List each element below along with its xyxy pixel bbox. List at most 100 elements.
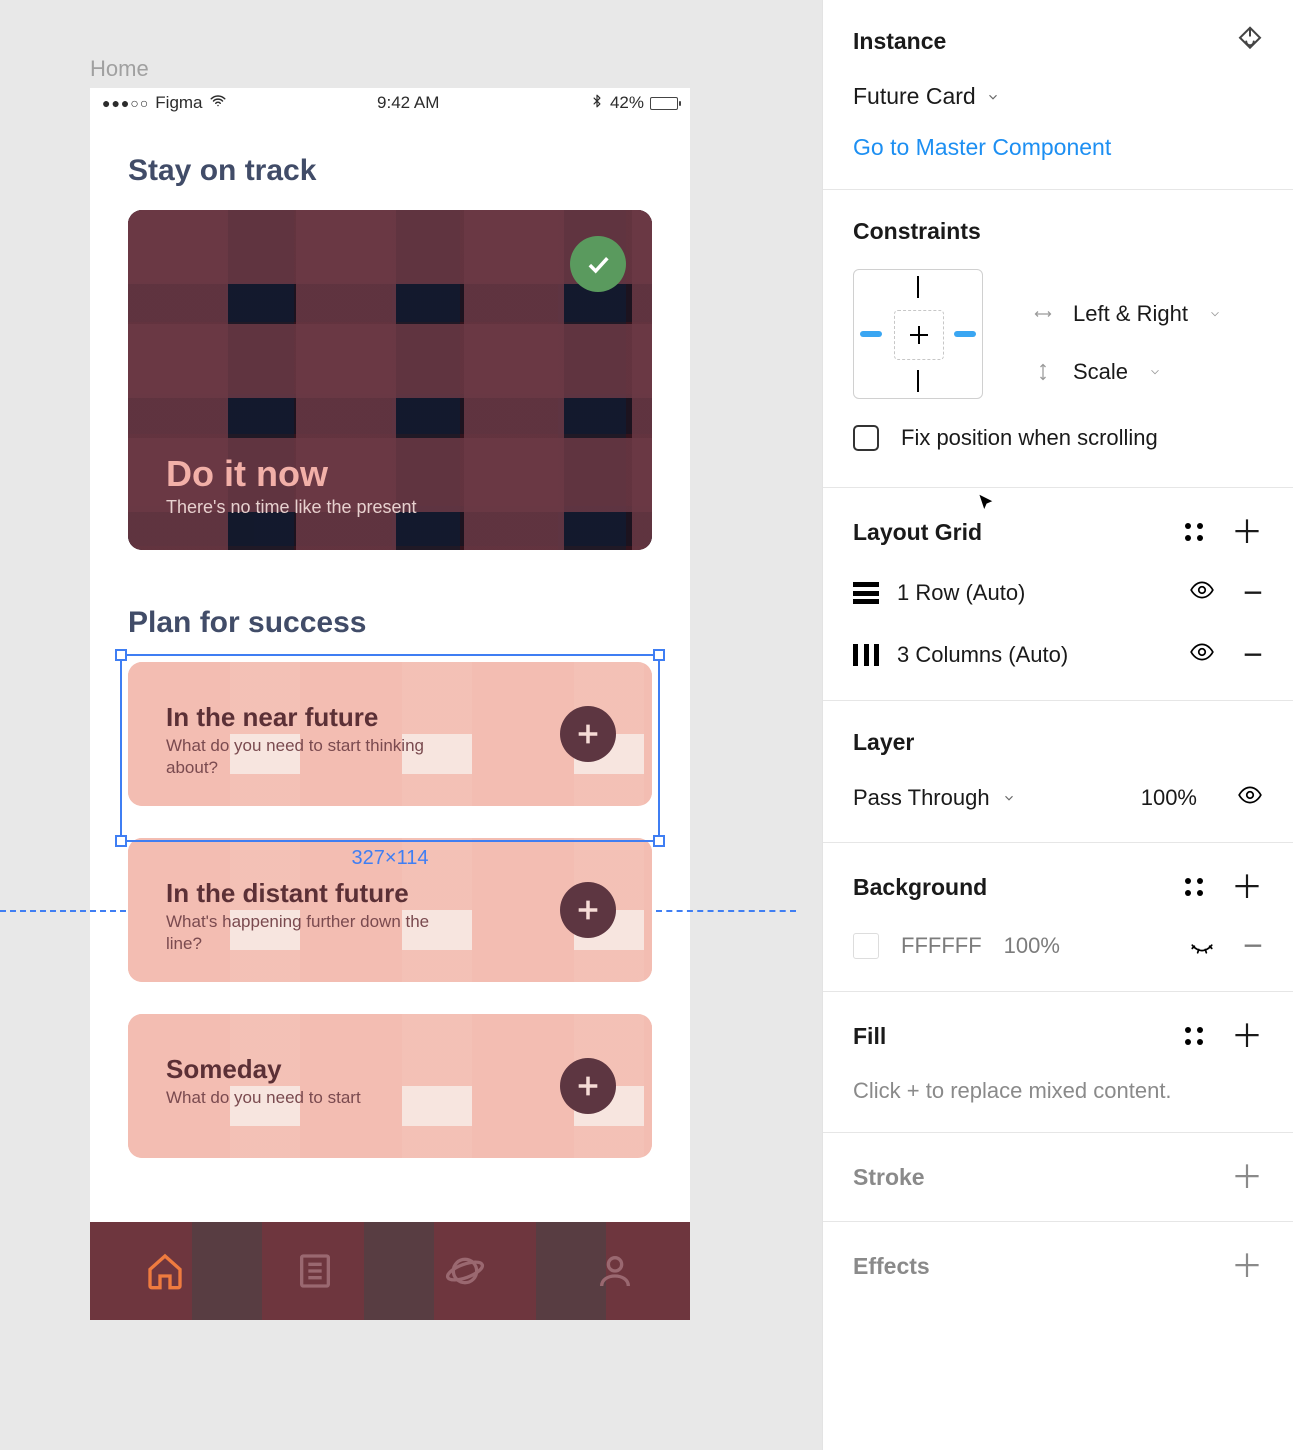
background-styles-button[interactable] <box>1185 878 1203 896</box>
add-stroke-button[interactable]: ＋ <box>1231 1161 1263 1193</box>
layout-grid-section: Layout Grid ＋ 1 Row (Auto) − 3 Columns (… <box>823 488 1293 701</box>
reset-icon <box>1235 24 1265 54</box>
grid-row-item[interactable]: 1 Row (Auto) − <box>853 576 1263 610</box>
card-distant-future[interactable]: In the distant future What's happening f… <box>128 838 652 982</box>
blend-mode-value: Pass Through <box>853 785 990 811</box>
remove-grid-button[interactable]: − <box>1243 576 1263 610</box>
card-subtitle: There's no time like the present <box>166 497 417 518</box>
background-section: Background ＋ FFFFFF 100% − <box>823 843 1293 992</box>
go-to-master-link[interactable]: Go to Master Component <box>853 134 1111 161</box>
card-someday[interactable]: Someday What do you need to start <box>128 1014 652 1158</box>
background-title: Background <box>853 874 987 901</box>
add-badge[interactable] <box>560 882 616 938</box>
add-grid-button[interactable]: ＋ <box>1231 516 1263 548</box>
background-hex[interactable]: FFFFFF <box>901 933 982 959</box>
layer-title: Layer <box>853 729 1263 756</box>
frame-label[interactable]: Home <box>90 56 732 82</box>
card-subtitle: What do you need to start thinking about… <box>166 735 466 779</box>
design-canvas[interactable]: Home ●●●○○ Figma 9:42 AM 42% Stay on tra… <box>0 0 822 1450</box>
background-swatch[interactable] <box>853 933 879 959</box>
vertical-constraint-value: Scale <box>1073 359 1128 385</box>
add-badge[interactable] <box>560 1058 616 1114</box>
list-icon <box>295 1251 335 1291</box>
status-right: 42% <box>590 93 678 113</box>
status-time: 9:42 AM <box>377 93 439 113</box>
grid-columns-label: 3 Columns (Auto) <box>897 642 1068 668</box>
fill-mixed-message: Click + to replace mixed content. <box>853 1078 1263 1104</box>
check-icon <box>584 250 612 278</box>
card-near-future[interactable]: In the near future What do you need to s… <box>128 662 652 806</box>
effects-title: Effects <box>853 1253 930 1280</box>
fix-position-row[interactable]: Fix position when scrolling <box>853 425 1263 451</box>
phone-frame[interactable]: ●●●○○ Figma 9:42 AM 42% Stay on track <box>90 88 690 1320</box>
carrier-label: Figma <box>155 93 202 113</box>
tab-bar <box>90 1222 690 1320</box>
grid-columns-item[interactable]: 3 Columns (Auto) − <box>853 638 1263 672</box>
add-fill-button[interactable]: ＋ <box>1231 1020 1263 1052</box>
horizontal-constraint-value: Left & Right <box>1073 301 1188 327</box>
card-subtitle: What's happening further down the line? <box>166 911 466 955</box>
instance-section: Instance Future Card Go to Master Compon… <box>823 0 1293 190</box>
guide-line-left <box>0 910 126 912</box>
remove-grid-button[interactable]: − <box>1243 638 1263 672</box>
section-title-stay-on-track: Stay on track <box>128 154 652 188</box>
layer-visibility-button[interactable] <box>1237 782 1263 814</box>
instance-name: Future Card <box>853 83 976 110</box>
chevron-down-icon <box>1148 365 1162 379</box>
layer-section: Layer Pass Through 100% <box>823 701 1293 843</box>
bluetooth-icon <box>590 93 604 113</box>
grid-styles-button[interactable] <box>1185 523 1203 541</box>
wifi-icon <box>209 92 227 115</box>
blend-mode-dropdown[interactable]: Pass Through <box>853 785 1016 811</box>
battery-percent: 42% <box>610 93 644 113</box>
card-title: Do it now <box>166 453 417 495</box>
chevron-down-icon <box>1208 307 1222 321</box>
guide-line-right <box>656 910 796 912</box>
toggle-visibility-button[interactable] <box>1189 639 1215 671</box>
rows-icon <box>853 582 879 604</box>
horizontal-constraint-dropdown[interactable]: Left & Right <box>1033 301 1222 327</box>
tab-profile[interactable] <box>593 1249 637 1293</box>
chevron-down-icon <box>1002 791 1016 805</box>
background-opacity[interactable]: 100% <box>1004 933 1060 959</box>
constraints-center-icon <box>908 324 930 346</box>
fill-styles-button[interactable] <box>1185 1027 1203 1045</box>
tab-explore[interactable] <box>443 1249 487 1293</box>
card-title: In the near future <box>166 702 466 733</box>
effects-section: Effects ＋ <box>823 1222 1293 1310</box>
instance-title: Instance <box>853 28 1263 55</box>
check-badge[interactable] <box>570 236 626 292</box>
status-left: ●●●○○ Figma <box>102 92 227 115</box>
card-title: In the distant future <box>166 878 466 909</box>
remove-background-button[interactable]: − <box>1243 929 1263 963</box>
tab-home[interactable] <box>143 1249 187 1293</box>
background-hidden-icon[interactable] <box>1189 930 1215 962</box>
card-do-it-now[interactable]: Do it now There's no time like the prese… <box>128 210 652 550</box>
toggle-visibility-button[interactable] <box>1189 577 1215 609</box>
tab-list[interactable] <box>293 1249 337 1293</box>
chevron-down-icon <box>986 90 1000 104</box>
signal-dots-icon: ●●●○○ <box>102 95 149 111</box>
stroke-section: Stroke ＋ <box>823 1133 1293 1222</box>
fix-position-checkbox[interactable] <box>853 425 879 451</box>
vertical-constraint-dropdown[interactable]: Scale <box>1033 359 1222 385</box>
plus-icon <box>574 896 602 924</box>
fix-position-label: Fix position when scrolling <box>901 425 1158 451</box>
add-effect-button[interactable]: ＋ <box>1231 1250 1263 1282</box>
battery-icon <box>650 97 678 110</box>
inspector-panel: Instance Future Card Go to Master Compon… <box>822 0 1293 1450</box>
add-background-button[interactable]: ＋ <box>1231 871 1263 903</box>
layer-opacity-input[interactable]: 100% <box>1141 785 1197 811</box>
grid-row-label: 1 Row (Auto) <box>897 580 1025 606</box>
horizontal-arrows-icon <box>1033 304 1053 324</box>
card-title: Someday <box>166 1054 361 1085</box>
instance-swap-dropdown[interactable]: Future Card <box>853 83 1263 110</box>
constraints-widget[interactable] <box>853 269 983 399</box>
planet-icon <box>445 1251 485 1291</box>
cursor-icon <box>975 492 997 514</box>
status-bar: ●●●○○ Figma 9:42 AM 42% <box>90 88 690 114</box>
person-icon <box>595 1251 635 1291</box>
columns-icon <box>853 644 879 666</box>
add-badge[interactable] <box>560 706 616 762</box>
reset-instance-button[interactable] <box>1235 24 1265 60</box>
